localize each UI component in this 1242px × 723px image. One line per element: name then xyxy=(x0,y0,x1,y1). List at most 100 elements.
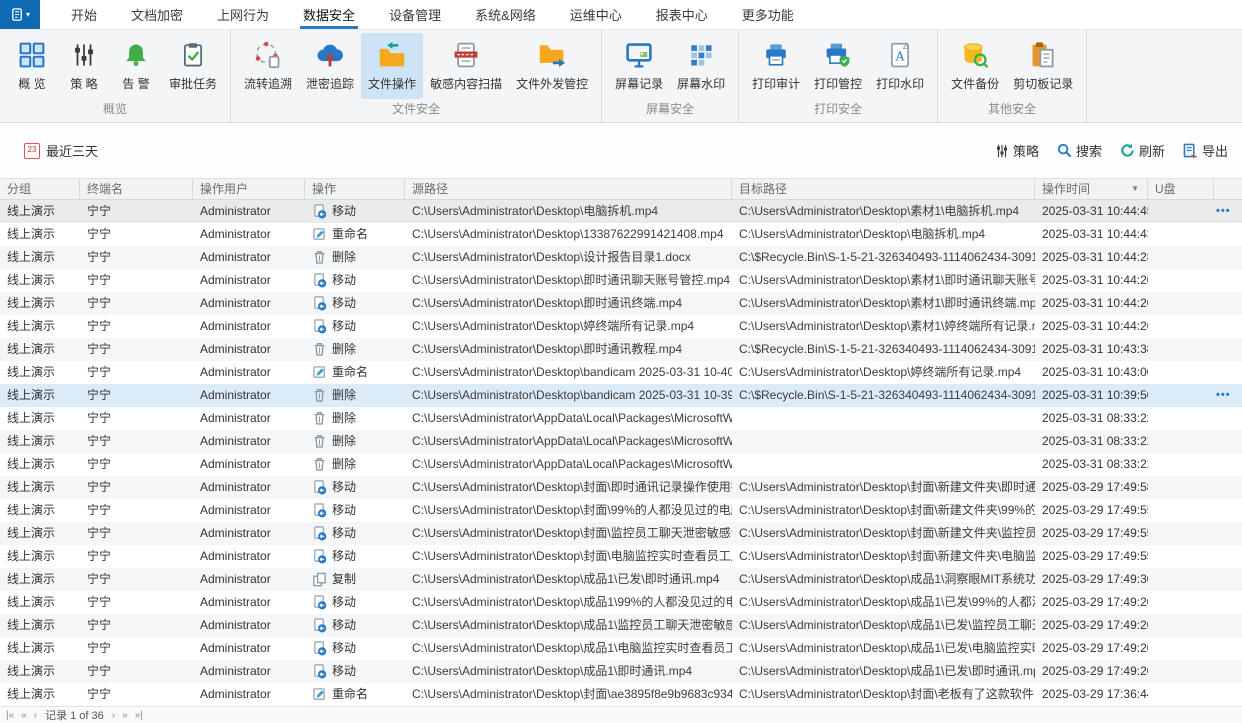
cell-usb xyxy=(1148,476,1214,499)
table-row[interactable]: 线上演示 宁宁 Administrator 删除 C:\Users\Admini… xyxy=(0,246,1242,269)
operation-label: 移动 xyxy=(332,200,356,223)
column-header-operation-time[interactable]: 操作时间 ▼ xyxy=(1035,179,1148,199)
ribbon-tab[interactable]: 开始 xyxy=(68,0,100,29)
overview-button[interactable]: 概 览 xyxy=(6,33,58,99)
approval-tasks-button[interactable]: 审批任务 xyxy=(162,33,224,99)
cell-terminal: 宁宁 xyxy=(80,292,193,315)
table-row[interactable]: 线上演示 宁宁 Administrator 重命名 C:\Users\Admin… xyxy=(0,683,1242,706)
table-row[interactable]: 线上演示 宁宁 Administrator 移动 C:\Users\Admini… xyxy=(0,269,1242,292)
column-header-terminal[interactable]: 终端名 xyxy=(80,179,193,199)
table-row[interactable]: 线上演示 宁宁 Administrator 移动 C:\Users\Admini… xyxy=(0,637,1242,660)
file-operation-button[interactable]: 文件操作 xyxy=(361,33,423,99)
ribbon-tab[interactable]: 文档加密 xyxy=(128,0,186,29)
next-page-icon[interactable]: › xyxy=(112,710,115,721)
row-actions-menu[interactable] xyxy=(1214,223,1242,246)
ribbon-tab[interactable]: 设备管理 xyxy=(386,0,444,29)
column-header-user[interactable]: 操作用户 xyxy=(193,179,305,199)
ribbon-tab[interactable]: 更多功能 xyxy=(739,0,797,29)
row-actions-menu[interactable] xyxy=(1214,292,1242,315)
screen-watermark-button[interactable]: 屏幕水印 xyxy=(670,33,732,99)
ribbon-tab[interactable]: 报表中心 xyxy=(653,0,711,29)
export-button[interactable]: 导出 xyxy=(1183,141,1228,160)
table-row[interactable]: 线上演示 宁宁 Administrator 删除 C:\Users\Admini… xyxy=(0,384,1242,407)
row-actions-menu[interactable] xyxy=(1214,269,1242,292)
table-row[interactable]: 线上演示 宁宁 Administrator 移动 C:\Users\Admini… xyxy=(0,660,1242,683)
ribbon-tab[interactable]: 数据安全 xyxy=(300,0,358,29)
fast-forward-icon[interactable]: » xyxy=(122,710,128,721)
ribbon-tab[interactable]: 运维中心 xyxy=(567,0,625,29)
table-row[interactable]: 线上演示 宁宁 Administrator 复制 C:\Users\Admini… xyxy=(0,568,1242,591)
previous-page-icon[interactable]: ‹ xyxy=(34,710,37,721)
column-header-usb[interactable]: U盘 xyxy=(1148,179,1214,199)
cell-operation: 移动 xyxy=(305,269,405,292)
row-actions-menu[interactable] xyxy=(1214,361,1242,384)
table-row[interactable]: 线上演示 宁宁 Administrator 删除 C:\Users\Admini… xyxy=(0,453,1242,476)
clipboard-record-button[interactable]: 剪切板记录 xyxy=(1006,33,1080,99)
fast-backward-icon[interactable]: « xyxy=(21,710,27,721)
table-row[interactable]: 线上演示 宁宁 Administrator 移动 C:\Users\Admini… xyxy=(0,499,1242,522)
row-actions-menu[interactable] xyxy=(1214,660,1242,683)
table-row[interactable]: 线上演示 宁宁 Administrator 删除 C:\Users\Admini… xyxy=(0,407,1242,430)
row-actions-menu[interactable] xyxy=(1214,614,1242,637)
table-row[interactable]: 线上演示 宁宁 Administrator 移动 C:\Users\Admini… xyxy=(0,591,1242,614)
column-header-group[interactable]: 分组 xyxy=(0,179,80,199)
row-actions-menu[interactable] xyxy=(1214,637,1242,660)
table-row[interactable]: 线上演示 宁宁 Administrator 移动 C:\Users\Admini… xyxy=(0,476,1242,499)
table-row[interactable]: 线上演示 宁宁 Administrator 删除 C:\Users\Admini… xyxy=(0,430,1242,453)
table-row[interactable]: 线上演示 宁宁 Administrator 删除 C:\Users\Admini… xyxy=(0,338,1242,361)
cell-terminal: 宁宁 xyxy=(80,453,193,476)
date-range-filter-button[interactable]: 23 最近三天 xyxy=(24,141,98,160)
row-actions-menu[interactable] xyxy=(1214,338,1242,361)
row-actions-menu[interactable] xyxy=(1214,545,1242,568)
table-row[interactable]: 线上演示 宁宁 Administrator 移动 C:\Users\Admini… xyxy=(0,614,1242,637)
search-button[interactable]: 搜索 xyxy=(1057,141,1102,160)
alert-button[interactable]: 告 警 xyxy=(110,33,162,99)
row-actions-menu[interactable] xyxy=(1214,407,1242,430)
row-actions-menu[interactable] xyxy=(1214,522,1242,545)
table-row[interactable]: 线上演示 宁宁 Administrator 移动 C:\Users\Admini… xyxy=(0,292,1242,315)
cell-source-path: C:\Users\Administrator\AppData\Local\Pac… xyxy=(405,453,732,476)
row-actions-menu[interactable] xyxy=(1214,476,1242,499)
table-row[interactable]: 线上演示 宁宁 Administrator 移动 C:\Users\Admini… xyxy=(0,200,1242,223)
cell-operation-time: 2025-03-31 10:44:20 xyxy=(1035,292,1148,315)
column-header-source-path[interactable]: 源路径 xyxy=(405,179,732,199)
column-header-operation[interactable]: 操作 xyxy=(305,179,405,199)
row-actions-menu[interactable] xyxy=(1214,499,1242,522)
print-watermark-button[interactable]: A 打印水印 xyxy=(869,33,931,99)
filter-dropdown-icon[interactable]: ▼ xyxy=(1131,179,1139,199)
table-row[interactable]: 线上演示 宁宁 Administrator 移动 C:\Users\Admini… xyxy=(0,315,1242,338)
table-row[interactable]: 线上演示 宁宁 Administrator 移动 C:\Users\Admini… xyxy=(0,522,1242,545)
print-audit-button[interactable]: 打印审计 xyxy=(745,33,807,99)
first-page-icon[interactable]: |« xyxy=(6,710,14,721)
app-menu-button[interactable]: ▾ xyxy=(0,0,40,29)
file-outgoing-control-button[interactable]: 文件外发管控 xyxy=(509,33,595,99)
policy-button[interactable]: 策 略 xyxy=(58,33,110,99)
operation-type-icon xyxy=(312,618,327,633)
file-backup-button[interactable]: 文件备份 xyxy=(944,33,1006,99)
ribbon-tab[interactable]: 系统&网络 xyxy=(472,0,539,29)
row-actions-menu[interactable] xyxy=(1214,315,1242,338)
row-actions-menu[interactable] xyxy=(1214,246,1242,269)
ribbon-tab[interactable]: 上网行为 xyxy=(214,0,272,29)
table-row[interactable]: 线上演示 宁宁 Administrator 移动 C:\Users\Admini… xyxy=(0,545,1242,568)
policy-action-button[interactable]: 策略 xyxy=(995,141,1039,160)
row-actions-menu[interactable] xyxy=(1214,683,1242,706)
row-actions-menu[interactable]: ••• xyxy=(1214,384,1242,407)
column-header-target-path[interactable]: 目标路径 xyxy=(732,179,1035,199)
screen-record-button[interactable]: 屏幕记录 xyxy=(608,33,670,99)
table-row[interactable]: 线上演示 宁宁 Administrator 重命名 C:\Users\Admin… xyxy=(0,361,1242,384)
row-actions-menu[interactable] xyxy=(1214,591,1242,614)
row-actions-menu[interactable] xyxy=(1214,430,1242,453)
cell-user: Administrator xyxy=(193,200,305,223)
cell-target-path: C:\Users\Administrator\Desktop\素材1\婷终端所有… xyxy=(732,315,1035,338)
row-actions-menu[interactable] xyxy=(1214,568,1242,591)
circulation-trace-button[interactable]: 流转追溯 xyxy=(237,33,299,99)
leak-tracking-button[interactable]: 泄密追踪 xyxy=(299,33,361,99)
print-control-button[interactable]: 打印管控 xyxy=(807,33,869,99)
last-page-icon[interactable]: »| xyxy=(135,710,143,721)
refresh-button[interactable]: 刷新 xyxy=(1120,141,1165,160)
sensitive-content-scan-button[interactable]: 敏感内容扫描 xyxy=(423,33,509,99)
row-actions-menu[interactable] xyxy=(1214,453,1242,476)
table-row[interactable]: 线上演示 宁宁 Administrator 重命名 C:\Users\Admin… xyxy=(0,223,1242,246)
row-actions-menu[interactable]: ••• xyxy=(1214,200,1242,223)
